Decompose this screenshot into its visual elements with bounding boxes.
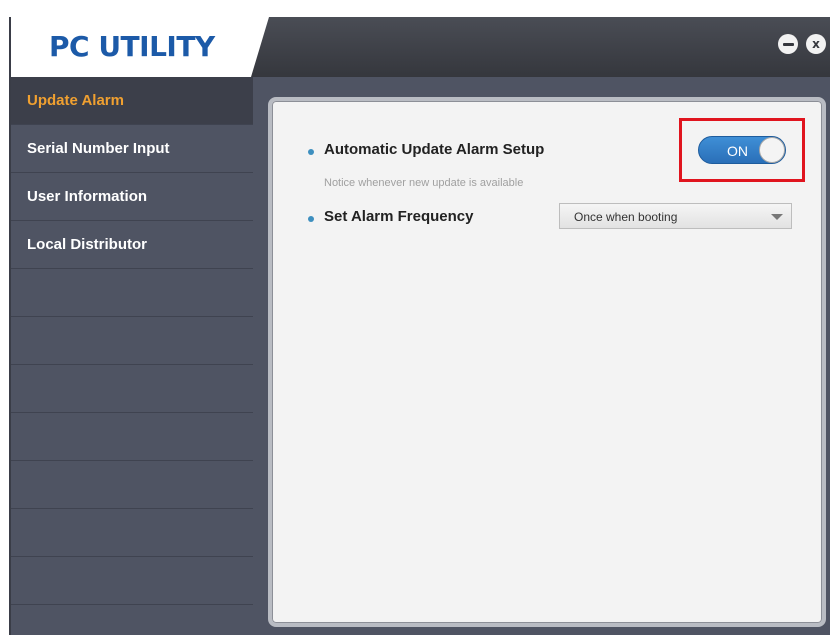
settings-panel: Automatic Update Alarm Setup Notice when… [268, 97, 826, 627]
bullet-icon [308, 149, 314, 155]
sidebar-item-label: User Information [27, 188, 148, 205]
sidebar-empty-row [11, 413, 253, 461]
toggle-knob [759, 137, 785, 163]
sidebar-empty-row [11, 269, 253, 317]
sidebar-item-label: Local Distributor [27, 236, 148, 253]
sidebar: Update Alarm Serial Number Input User In… [11, 77, 253, 635]
bullet-icon [308, 216, 314, 222]
sidebar-item-update-alarm[interactable]: Update Alarm [11, 77, 253, 125]
chevron-down-icon [771, 214, 783, 220]
alarm-frequency-value: Once when booting [574, 210, 678, 224]
sidebar-empty-row [11, 365, 253, 413]
alarm-frequency-label: Set Alarm Frequency [324, 208, 474, 225]
close-icon: x [812, 37, 820, 51]
pc-utility-window: PC UTILITY x Update Alarm Serial Number … [9, 17, 830, 635]
sidebar-item-user-information[interactable]: User Information [11, 173, 253, 221]
minimize-button[interactable] [778, 34, 798, 54]
sidebar-empty-row [11, 317, 253, 365]
auto-update-notice: Notice whenever new update is available [324, 177, 524, 189]
sidebar-empty-row [11, 461, 253, 509]
main-content: Automatic Update Alarm Setup Notice when… [253, 77, 830, 635]
sidebar-empty-row [11, 557, 253, 605]
close-button[interactable]: x [806, 34, 826, 54]
alarm-frequency-select[interactable]: Once when booting [559, 203, 792, 229]
logo-tab: PC UTILITY [11, 17, 269, 77]
sidebar-item-label: Serial Number Input [27, 140, 170, 157]
title-bar: PC UTILITY x [11, 17, 830, 77]
auto-update-label: Automatic Update Alarm Setup [324, 141, 545, 158]
sidebar-item-local-distributor[interactable]: Local Distributor [11, 221, 253, 269]
minimize-icon [782, 42, 794, 46]
sidebar-item-label: Update Alarm [27, 92, 124, 109]
toggle-state-label: ON [727, 143, 748, 159]
sidebar-empty-row [11, 509, 253, 557]
auto-update-toggle[interactable]: ON [698, 136, 786, 164]
sidebar-item-serial-number-input[interactable]: Serial Number Input [11, 125, 253, 173]
app-title: PC UTILITY [49, 30, 215, 63]
